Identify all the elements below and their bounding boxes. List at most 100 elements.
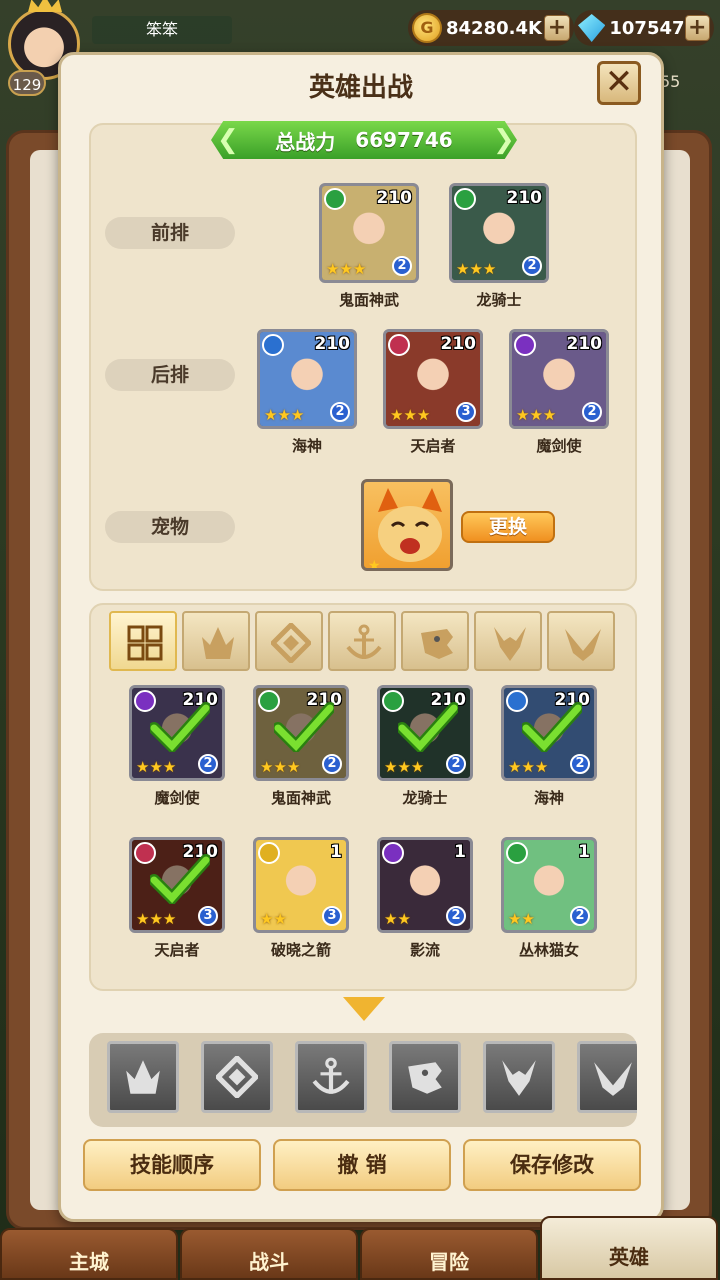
faction-badge-icon	[324, 188, 346, 210]
faction-bonus-beast-faction[interactable]	[389, 1041, 461, 1113]
hero-level: 1	[454, 842, 466, 862]
pet-card[interactable]: ★	[361, 479, 453, 571]
star-rating-icon: ★★	[260, 910, 287, 928]
fox-pet-icon: ★	[368, 488, 442, 571]
svg-text:★: ★	[368, 558, 381, 571]
hero-level: 210	[506, 188, 543, 208]
hero-level: 1	[330, 842, 342, 862]
front-row-hero-card[interactable]: 210 ★★★ 2	[319, 183, 419, 283]
right-chevron-icon: ❯	[493, 125, 515, 155]
back-row-hero-name: 天启者	[410, 437, 456, 455]
roster-hero-name: 鬼面神武	[270, 789, 331, 807]
selected-check-icon	[148, 702, 212, 755]
add-gems-button[interactable]: +	[684, 15, 710, 41]
selected-check-icon	[396, 702, 460, 755]
hero-grade: 2	[392, 256, 412, 276]
star-rating-icon: ★★★	[260, 758, 301, 776]
nav-heroes[interactable]: 英雄	[540, 1216, 718, 1280]
back-row-hero-card[interactable]: 210 ★★★ 2	[257, 329, 357, 429]
roster-hero-card[interactable]: 1 ★★ 2	[501, 837, 597, 933]
roster-hero-card[interactable]: 210 ★★★ 2	[129, 685, 225, 781]
hero-deploy-modal: 英雄出战 ✕ 总战力 6697746 ❮ ❯ 前排 后排 宠物 ★ 更换 技能顺…	[58, 52, 664, 1222]
star-rating-icon: ★★★	[136, 758, 177, 776]
coin-icon: G	[412, 13, 442, 43]
nav-main-city[interactable]: 主城	[0, 1228, 178, 1280]
selected-check-icon	[520, 702, 584, 755]
faction-badge-icon	[454, 188, 476, 210]
hero-grade: 2	[330, 402, 350, 422]
filter-tab-beast-faction[interactable]	[401, 611, 469, 671]
front-row-hero-name: 鬼面神武	[338, 291, 399, 309]
cancel-button[interactable]: 撤 销	[273, 1139, 451, 1191]
faction-badge-icon	[258, 842, 280, 864]
hero-level: 210	[566, 334, 603, 354]
bottom-navigation: 主城 战斗 冒险 英雄	[0, 1216, 720, 1280]
filter-tab-anchor-faction[interactable]	[328, 611, 396, 671]
player-level: 129	[8, 70, 46, 96]
hero-grade: 2	[522, 256, 542, 276]
hero-grade: 2	[570, 754, 590, 774]
save-changes-button[interactable]: 保存修改	[463, 1139, 641, 1191]
filter-tab-rune-faction[interactable]	[255, 611, 323, 671]
back-row-hero-card[interactable]: 210 ★★★ 3	[383, 329, 483, 429]
faction-badge-icon	[506, 842, 528, 864]
filter-tab-horn-faction[interactable]	[474, 611, 542, 671]
faction-badge-icon	[388, 334, 410, 356]
change-pet-button[interactable]: 更换	[461, 511, 555, 543]
roster-hero-name: 海神	[533, 789, 564, 807]
back-row-hero-name: 海神	[291, 437, 322, 455]
pet-label: 宠物	[105, 511, 235, 543]
hero-grade: 3	[322, 906, 342, 926]
hero-level: 1	[578, 842, 590, 862]
front-row-hero-name: 龙骑士	[476, 291, 522, 309]
hero-grade: 2	[582, 402, 602, 422]
close-button[interactable]: ✕	[597, 61, 641, 105]
star-rating-icon: ★★★	[516, 406, 557, 424]
back-row-hero-card[interactable]: 210 ★★★ 2	[509, 329, 609, 429]
star-rating-icon: ★★★	[390, 406, 431, 424]
gem-counter: 107547 +	[574, 10, 714, 46]
roster-hero-card[interactable]: 1 ★★ 2	[377, 837, 473, 933]
faction-bonus-rune-faction[interactable]	[201, 1041, 273, 1113]
add-coins-button[interactable]: +	[544, 15, 570, 41]
hero-grade: 3	[456, 402, 476, 422]
star-rating-icon: ★★★	[508, 758, 549, 776]
selected-check-icon	[272, 702, 336, 755]
faction-bonus-anchor-faction[interactable]	[295, 1041, 367, 1113]
filter-tab-flame-faction[interactable]	[182, 611, 250, 671]
crown-icon	[28, 0, 62, 12]
roster-hero-card[interactable]: 210 ★★★ 2	[377, 685, 473, 781]
player-name: 笨笨	[92, 16, 232, 44]
left-chevron-icon: ❮	[217, 125, 239, 155]
faction-badge-icon	[514, 334, 536, 356]
nav-adventure[interactable]: 冒险	[360, 1228, 538, 1280]
nav-battle[interactable]: 战斗	[180, 1228, 358, 1280]
filter-tab-all-filter[interactable]	[109, 611, 177, 671]
hero-level: 210	[440, 334, 477, 354]
roster-hero-card[interactable]: 210 ★★★ 2	[501, 685, 597, 781]
star-rating-icon: ★★	[384, 910, 411, 928]
hero-level: 210	[376, 188, 413, 208]
front-row-label: 前排	[105, 217, 235, 249]
hero-grade: 2	[570, 906, 590, 926]
front-row-hero-card[interactable]: 210 ★★★ 2	[449, 183, 549, 283]
roster-hero-card[interactable]: 210 ★★★ 3	[129, 837, 225, 933]
roster-hero-name: 魔剑使	[154, 789, 200, 807]
gem-icon	[578, 14, 606, 42]
selected-check-icon	[148, 854, 212, 907]
faction-bonus-flame-faction[interactable]	[107, 1041, 179, 1113]
star-rating-icon: ★★	[508, 910, 535, 928]
hero-grade: 2	[322, 754, 342, 774]
faction-badge-icon	[262, 334, 284, 356]
star-rating-icon: ★★★	[384, 758, 425, 776]
roster-hero-card[interactable]: 210 ★★★ 2	[253, 685, 349, 781]
faction-bonus-wing-faction[interactable]	[577, 1041, 637, 1113]
coin-counter: G 84280.4K +	[408, 10, 574, 46]
coin-amount: 84280.4K	[446, 17, 542, 39]
skill-order-button[interactable]: 技能顺序	[83, 1139, 261, 1191]
star-rating-icon: ★★★	[264, 406, 305, 424]
faction-bonus-horn-faction[interactable]	[483, 1041, 555, 1113]
scroll-down-arrow-icon[interactable]	[343, 997, 385, 1021]
roster-hero-card[interactable]: 1 ★★ 3	[253, 837, 349, 933]
filter-tab-wing-faction[interactable]	[547, 611, 615, 671]
